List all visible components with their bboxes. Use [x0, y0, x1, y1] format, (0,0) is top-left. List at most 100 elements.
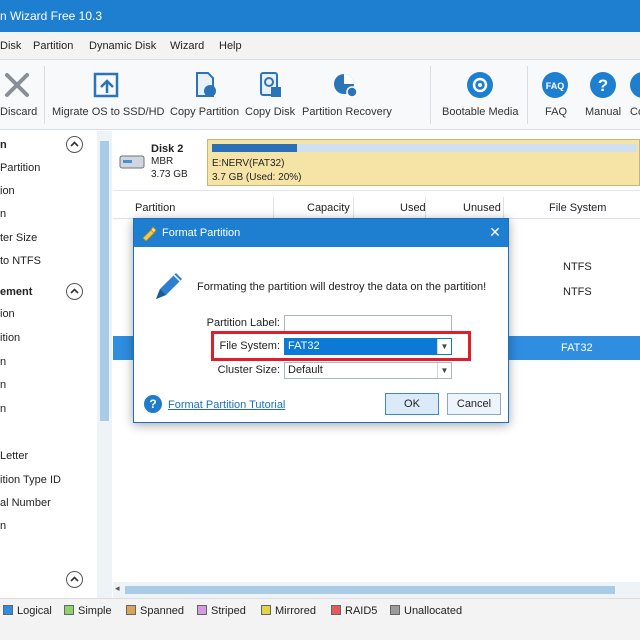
ok-button[interactable]: OK: [385, 393, 439, 415]
legend-swatch: [126, 605, 136, 615]
help-icon[interactable]: ?: [144, 395, 162, 413]
copy-partition-button[interactable]: Copy Partition: [170, 60, 240, 130]
copy-partition-icon: [196, 72, 216, 97]
copy-disk-button[interactable]: Copy Disk: [245, 60, 295, 130]
expand-button[interactable]: [66, 571, 83, 588]
horizontal-scrollbar[interactable]: ◂: [113, 582, 640, 598]
bootable-media-label: Bootable Media: [442, 106, 519, 118]
faq-button[interactable]: FAQ FAQ: [540, 60, 570, 130]
format-tutorial-link[interactable]: Format Partition Tutorial: [168, 399, 285, 411]
legend-item-simple: Simple: [64, 605, 112, 619]
contact-button[interactable]: Co: [628, 60, 640, 130]
dialog-title-bar: Format Partition ✕: [134, 219, 508, 247]
legend-swatch: [3, 605, 13, 615]
column-header-partition[interactable]: Partition: [135, 202, 175, 214]
toolbar: Discard Migrate OS to SSD/HD Copy Partit…: [0, 60, 640, 130]
sidebar-item[interactable]: n: [0, 520, 6, 532]
partition-label-input[interactable]: [284, 315, 452, 332]
disk-type: MBR: [151, 156, 174, 167]
partition-block[interactable]: E:NERV(FAT32) 3.7 GB (Used: 20%): [207, 139, 640, 186]
cluster-size-value: Default: [288, 364, 323, 376]
sidebar-item-copy-partition[interactable]: Partition: [0, 162, 40, 174]
sidebar-item-drive-letter[interactable]: Letter: [0, 450, 28, 462]
discard-label: Discard: [0, 106, 38, 118]
legend-bar: Logical Simple Spanned Striped Mirrored …: [0, 598, 640, 640]
column-header-used[interactable]: Used: [400, 202, 426, 214]
partition-size: 3.7 GB (Used: 20%): [212, 172, 302, 183]
partition-label-label: Partition Label:: [206, 317, 280, 329]
migrate-os-button[interactable]: Migrate OS to SSD/HD: [52, 60, 164, 130]
migrate-label: Migrate OS to SSD/HD: [52, 106, 165, 118]
legend-item-raid5: RAID5: [331, 605, 377, 619]
bootable-media-icon: [467, 72, 493, 98]
file-system-select[interactable]: FAT32 ▼: [284, 338, 452, 355]
disk-icon: [119, 155, 145, 169]
usage-bar-fill: [212, 144, 297, 152]
sidebar-scrollbar[interactable]: [97, 131, 112, 598]
menu-dynamic-disk[interactable]: Dynamic Disk: [89, 40, 156, 52]
question-icon: ?: [590, 72, 616, 98]
partition-recovery-label: Partition Recovery: [302, 106, 392, 118]
disk-name: Disk 2: [151, 143, 184, 155]
legend-swatch: [197, 605, 207, 615]
cell-file-system: FAT32: [561, 342, 593, 354]
menu-partition[interactable]: Partition: [33, 40, 73, 52]
cell-file-system: NTFS: [563, 286, 592, 298]
legend-item-logical: Logical: [3, 605, 52, 619]
discard-icon: [5, 73, 29, 97]
collapse-wizard-button[interactable]: [66, 136, 83, 153]
column-header-capacity[interactable]: Capacity: [307, 202, 350, 214]
menu-wizard[interactable]: Wizard: [170, 40, 204, 52]
sidebar-item[interactable]: ion: [0, 308, 15, 320]
chevron-down-icon[interactable]: ▼: [437, 363, 451, 378]
legend-swatch: [331, 605, 341, 615]
legend-item-striped: Striped: [197, 605, 246, 619]
legend-item-spanned: Spanned: [126, 605, 184, 619]
sidebar-item[interactable]: ition: [0, 332, 20, 344]
legend-item-unallocated: Unallocated: [390, 605, 462, 619]
sidebar-item[interactable]: n: [0, 403, 6, 415]
file-system-value: FAT32: [288, 340, 320, 352]
menu-disk[interactable]: Disk: [0, 40, 21, 52]
collapse-management-button[interactable]: [66, 283, 83, 300]
sidebar-item[interactable]: n: [0, 356, 6, 368]
cluster-size-select[interactable]: Default ▼: [284, 362, 452, 379]
sidebar-item-cluster-size[interactable]: ter Size: [0, 232, 37, 244]
menu-bar: Disk Partition Dynamic Disk Wizard Help: [0, 32, 640, 60]
faq-label: FAQ: [545, 106, 568, 118]
chevron-up-icon: [70, 576, 79, 582]
column-divider: [353, 197, 354, 219]
copy-disk-icon: [260, 72, 281, 97]
sidebar-item-partition-type-id[interactable]: ition Type ID: [0, 474, 61, 486]
manual-label: Manual: [585, 106, 622, 118]
sidebar-item[interactable]: n: [0, 379, 6, 391]
scrollbar-thumb[interactable]: [100, 141, 109, 421]
format-icon: [142, 226, 157, 241]
legend-item-mirrored: Mirrored: [261, 605, 316, 619]
scroll-left-icon[interactable]: ◂: [115, 583, 120, 594]
chevron-up-icon: [70, 288, 79, 294]
manual-button[interactable]: ? Manual: [585, 60, 625, 130]
discard-button[interactable]: Discard: [0, 60, 38, 130]
chevron-down-icon[interactable]: ▼: [437, 339, 451, 354]
sidebar-item[interactable]: ion: [0, 185, 15, 197]
column-header-file-system[interactable]: File System: [549, 202, 606, 214]
migrate-icon: [93, 72, 119, 98]
menu-help[interactable]: Help: [219, 40, 242, 52]
usage-bar: [212, 144, 637, 152]
sidebar-item[interactable]: n: [0, 208, 6, 220]
chevron-up-icon: [70, 141, 79, 147]
close-icon[interactable]: ✕: [486, 223, 504, 241]
faq-icon-text: FAQ: [546, 81, 565, 91]
column-header-unused[interactable]: Unused: [463, 202, 501, 214]
sidebar-item-convert-ntfs[interactable]: to NTFS: [0, 255, 41, 267]
disk-card[interactable]: Disk 2 MBR 3.73 GB E:NERV(FAT32) 3.7 GB …: [113, 131, 640, 191]
scrollbar-thumb[interactable]: [125, 586, 615, 594]
partition-label: E:NERV(FAT32): [212, 158, 285, 169]
bootable-media-button[interactable]: Bootable Media: [440, 60, 519, 130]
partition-recovery-button[interactable]: Partition Recovery: [300, 60, 392, 130]
cancel-button[interactable]: Cancel: [447, 393, 501, 415]
copy-disk-label: Copy Disk: [245, 106, 296, 118]
legend-swatch: [261, 605, 271, 615]
sidebar-item-serial-number[interactable]: al Number: [0, 497, 51, 509]
